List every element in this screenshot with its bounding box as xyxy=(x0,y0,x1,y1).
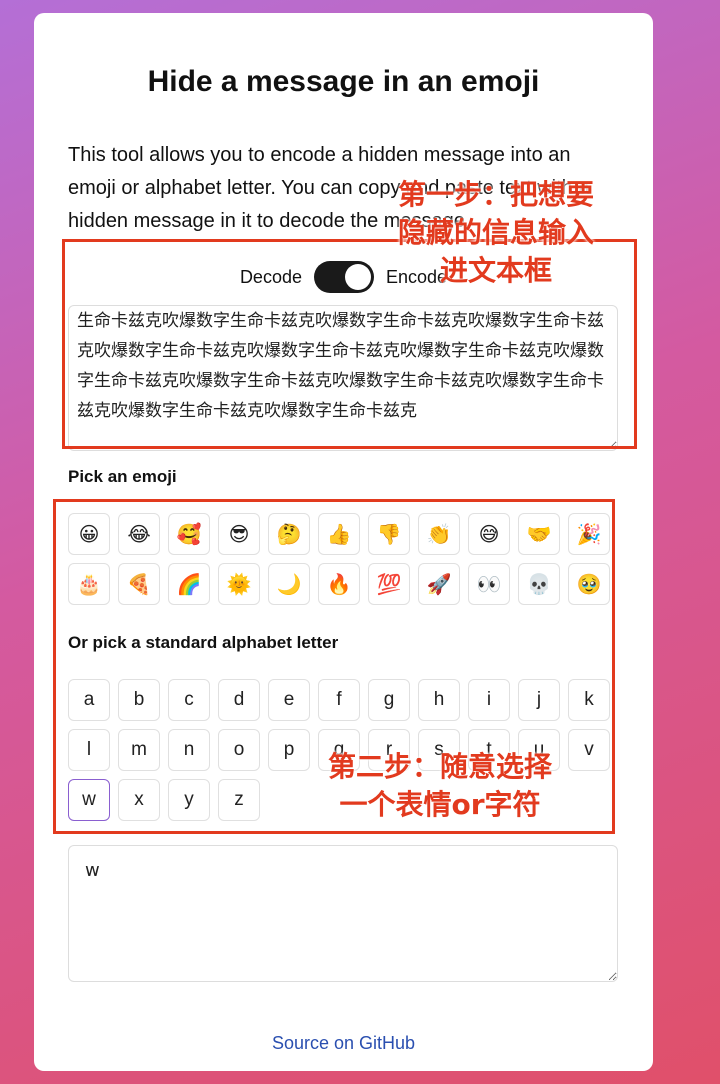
letter-option-c[interactable]: c xyxy=(168,679,210,721)
letter-option-l[interactable]: l xyxy=(68,729,110,771)
letter-option-y[interactable]: y xyxy=(168,779,210,821)
mode-switch[interactable] xyxy=(313,261,374,293)
tool-card: Hide a message in an emoji This tool all… xyxy=(34,13,653,1071)
emoji-option[interactable]: 🤝 xyxy=(518,513,560,555)
emoji-option[interactable]: 🍕 xyxy=(118,563,160,605)
emoji-option[interactable]: 🔥 xyxy=(318,563,360,605)
letter-option-p[interactable]: p xyxy=(268,729,310,771)
step2-annotation: 第二步：随意选择 一个表情or字符 xyxy=(328,750,553,821)
letter-option-x[interactable]: x xyxy=(118,779,160,821)
emoji-option[interactable]: 👏 xyxy=(418,513,460,555)
emoji-option[interactable]: 👎 xyxy=(368,513,410,555)
emoji-option[interactable]: 💯 xyxy=(368,563,410,605)
letter-option-n[interactable]: n xyxy=(168,729,210,771)
emoji-option[interactable]: 🌙 xyxy=(268,563,310,605)
source-link[interactable]: Source on GitHub xyxy=(34,1033,653,1054)
letter-option-m[interactable]: m xyxy=(118,729,160,771)
switch-knob xyxy=(344,264,371,290)
emoji-option[interactable]: 😀 xyxy=(68,513,110,555)
emoji-picker-label: Pick an emoji xyxy=(68,467,177,486)
letter-option-w[interactable]: w xyxy=(68,779,110,821)
letter-option-g[interactable]: g xyxy=(368,679,410,721)
encoded-output[interactable]: w xyxy=(68,845,618,982)
letter-option-k[interactable]: k xyxy=(568,679,610,721)
letter-picker-label: Or pick a standard alphabet letter xyxy=(68,633,339,652)
page-title: Hide a message in an emoji xyxy=(147,65,540,98)
emoji-option[interactable]: 🚀 xyxy=(418,563,460,605)
emoji-option[interactable]: 👍 xyxy=(318,513,360,555)
emoji-option[interactable]: 💀 xyxy=(518,563,560,605)
message-input[interactable]: 生命卡兹克吹爆数字生命卡兹克吹爆数字生命卡兹克吹爆数字生命卡兹克吹爆数字生命卡兹… xyxy=(68,305,618,451)
step1-annotation: 第一步：把想要 隐藏的信息输入 进文本框 xyxy=(398,178,595,287)
emoji-option[interactable]: 🎉 xyxy=(568,513,610,555)
emoji-option[interactable]: 😅 xyxy=(468,513,510,555)
letter-option-f[interactable]: f xyxy=(318,679,360,721)
letter-option-j[interactable]: j xyxy=(518,679,560,721)
emoji-option[interactable]: 🥹 xyxy=(568,563,610,605)
letter-option-b[interactable]: b xyxy=(118,679,160,721)
letter-option-z[interactable]: z xyxy=(218,779,260,821)
emoji-option[interactable]: 😎 xyxy=(218,513,260,555)
letter-option-e[interactable]: e xyxy=(268,679,310,721)
letter-option-d[interactable]: d xyxy=(218,679,260,721)
emoji-option[interactable]: 😂 xyxy=(118,513,160,555)
decode-label: Decode xyxy=(239,266,302,287)
letter-option-v[interactable]: v xyxy=(568,729,610,771)
emoji-option[interactable]: 🌈 xyxy=(168,563,210,605)
emoji-option[interactable]: 🤔 xyxy=(268,513,310,555)
emoji-option[interactable]: 🎂 xyxy=(68,563,110,605)
emoji-option[interactable]: 🌞 xyxy=(218,563,260,605)
emoji-option[interactable]: 👀 xyxy=(468,563,510,605)
letter-option-a[interactable]: a xyxy=(68,679,110,721)
letter-option-o[interactable]: o xyxy=(218,729,260,771)
letter-option-h[interactable]: h xyxy=(418,679,460,721)
letter-option-i[interactable]: i xyxy=(468,679,510,721)
emoji-option[interactable]: 🥰 xyxy=(168,513,210,555)
